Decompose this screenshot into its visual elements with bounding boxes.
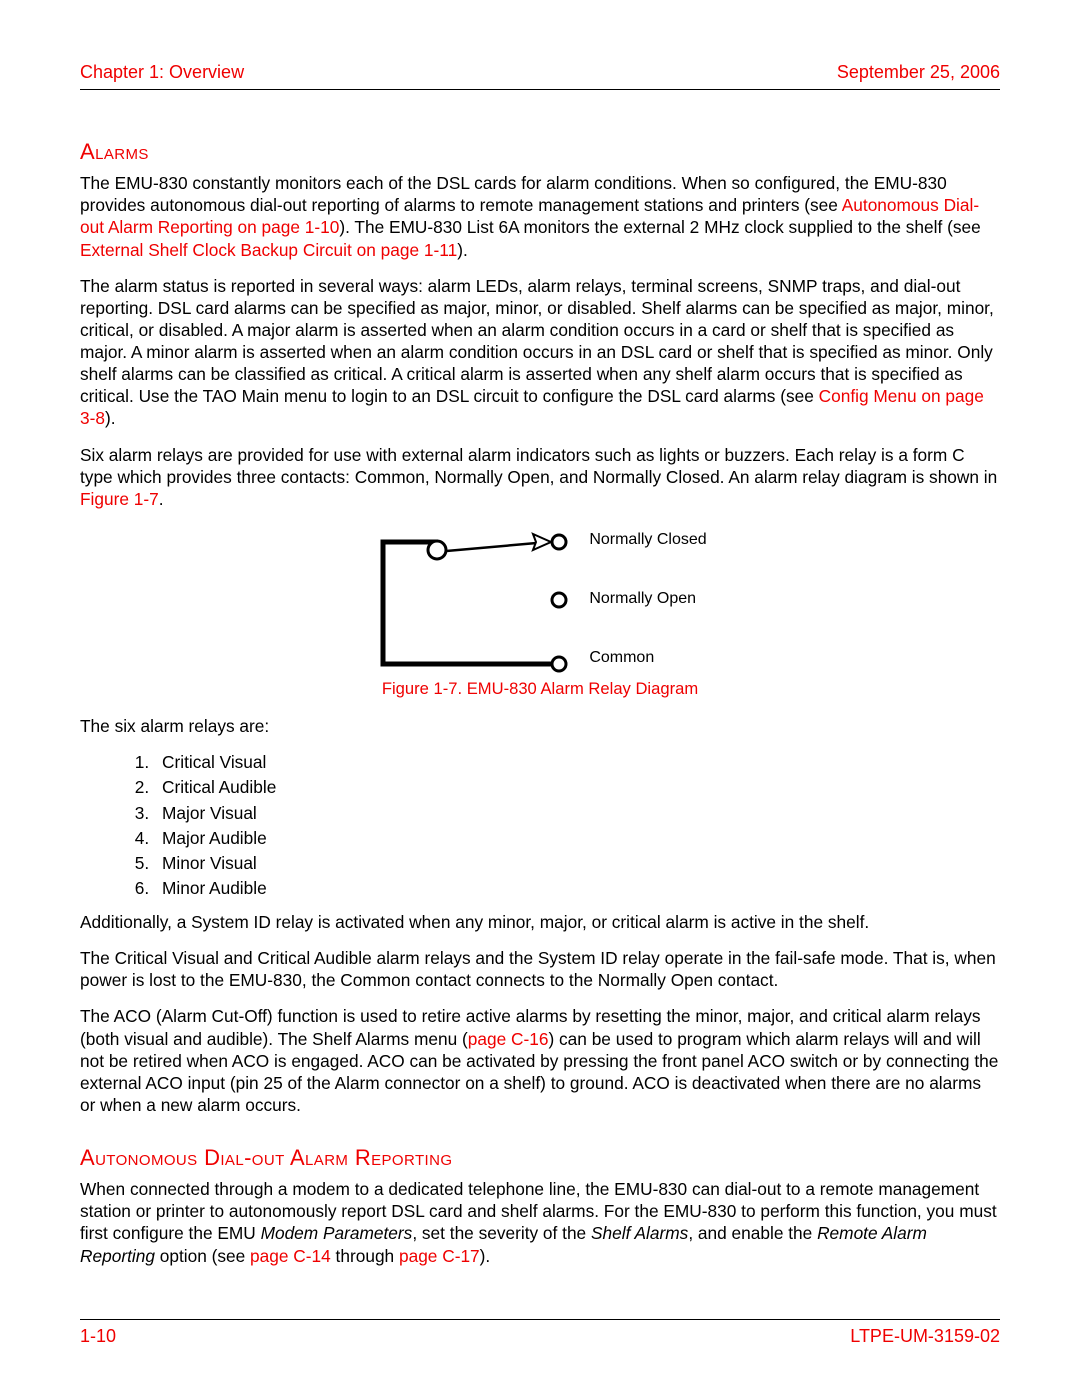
label-normally-closed: Normally Closed	[589, 532, 706, 548]
alarms-para-3: Six alarm relays are provided for use wi…	[80, 444, 1000, 510]
dialout-para-1: When connected through a modem to a dedi…	[80, 1178, 1000, 1267]
list-item: Minor Visual	[154, 852, 1000, 874]
list-item: Major Audible	[154, 827, 1000, 849]
figure-caption: Figure 1-7. EMU-830 Alarm Relay Diagram	[80, 678, 1000, 699]
alarms-para-2: The alarm status is reported in several …	[80, 275, 1000, 430]
header-date: September 25, 2006	[837, 62, 1000, 83]
xref-page-c17[interactable]: page C-17	[399, 1246, 480, 1266]
relay-list-intro: The six alarm relays are:	[80, 715, 1000, 737]
figure-1-7: Normally Closed Normally Open Common	[80, 524, 1000, 674]
list-item: Critical Visual	[154, 751, 1000, 773]
alarms-para-1: The EMU-830 constantly monitors each of …	[80, 172, 1000, 261]
footer-page-number: 1-10	[80, 1326, 116, 1347]
label-normally-open: Normally Open	[589, 591, 706, 607]
page-content: Alarms The EMU-830 constantly monitors e…	[80, 138, 1000, 1319]
xref-figure-1-7[interactable]: Figure 1-7	[80, 489, 159, 509]
aco-para: The ACO (Alarm Cut-Off) function is used…	[80, 1005, 1000, 1116]
system-id-para: Additionally, a System ID relay is activ…	[80, 911, 1000, 933]
page-footer: 1-10 LTPE-UM-3159-02	[80, 1319, 1000, 1347]
xref-external-shelf-clock[interactable]: External Shelf Clock Backup Circuit on p…	[80, 240, 457, 260]
page-header: Chapter 1: Overview September 25, 2006	[80, 62, 1000, 90]
list-item: Critical Audible	[154, 776, 1000, 798]
failsafe-para: The Critical Visual and Critical Audible…	[80, 947, 1000, 991]
dialout-heading: Autonomous Dial-out Alarm Reporting	[80, 1144, 1000, 1172]
list-item: Major Visual	[154, 802, 1000, 824]
relay-list: Critical Visual Critical Audible Major V…	[80, 751, 1000, 899]
xref-page-c16[interactable]: page C-16	[468, 1029, 549, 1049]
footer-doc-id: LTPE-UM-3159-02	[850, 1326, 1000, 1347]
list-item: Minor Audible	[154, 877, 1000, 899]
xref-page-c14[interactable]: page C-14	[250, 1246, 331, 1266]
page: Chapter 1: Overview September 25, 2006 A…	[0, 0, 1080, 1397]
alarms-heading: Alarms	[80, 138, 1000, 166]
relay-diagram-labels: Normally Closed Normally Open Common	[589, 532, 706, 666]
label-common: Common	[589, 650, 706, 666]
relay-diagram-icon	[373, 524, 573, 674]
header-chapter: Chapter 1: Overview	[80, 62, 244, 83]
